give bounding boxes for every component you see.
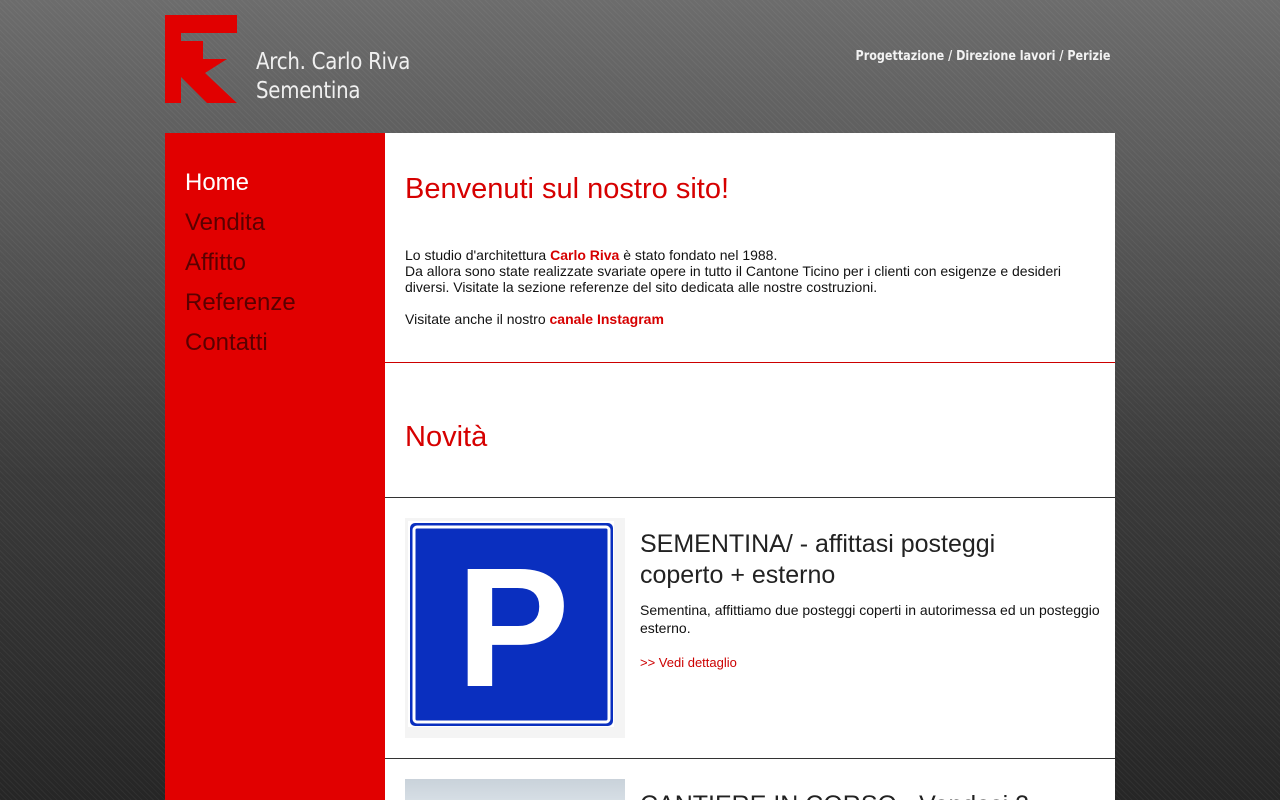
news-description: Sementina, affittiamo due posteggi coper…: [640, 602, 1100, 636]
logo-text: Arch. Carlo Riva Sementina: [256, 48, 410, 106]
parking-sign-icon: P: [408, 521, 614, 727]
architect-name: Carlo Riva: [550, 247, 620, 263]
header-tagline: Progettazione / Direzione lavori / Periz…: [855, 49, 1110, 64]
logo-name: Arch. Carlo Riva: [256, 49, 411, 75]
intro-paragraph: Lo studio d'architettura Carlo Riva è st…: [405, 247, 1085, 295]
intro-text-3: Da allora sono state realizzate svariate…: [405, 263, 1062, 295]
parking-sign-image[interactable]: P: [405, 518, 625, 738]
news-detail-link[interactable]: >> Vedi dettaglio: [640, 655, 737, 670]
news-title[interactable]: CANTIERE IN CORSO - Vendesi 2: [640, 790, 1029, 800]
logo-mark-icon: [165, 15, 237, 103]
instagram-paragraph: Visitate anche il nostro canale Instagra…: [405, 311, 664, 327]
site-logo[interactable]: Arch. Carlo Riva Sementina: [165, 15, 445, 105]
nav-item-home[interactable]: Home: [185, 163, 296, 203]
nav-item-referenze[interactable]: Referenze: [185, 283, 296, 323]
sidebar: Home Vendita Affitto Referenze Contatti: [165, 133, 385, 800]
novita-title: Novità: [405, 421, 488, 453]
main-content: Benvenuti sul nostro sito! Lo studio d'a…: [385, 133, 1115, 800]
intro-text-2: è stato fondato nel 1988.: [619, 247, 778, 263]
news-item: CANTIERE IN CORSO - Vendesi 2: [385, 759, 1115, 800]
intro-section: Benvenuti sul nostro sito! Lo studio d'a…: [385, 133, 1115, 363]
news-title[interactable]: SEMENTINA/ - affittasi posteggi coperto …: [640, 529, 1070, 591]
page-title: Benvenuti sul nostro sito!: [405, 173, 730, 205]
novita-section: Novità: [385, 363, 1115, 498]
instagram-text: Visitate anche il nostro: [405, 311, 550, 327]
main-nav: Home Vendita Affitto Referenze Contatti: [185, 163, 296, 363]
logo-location: Sementina: [256, 78, 361, 104]
nav-item-contatti[interactable]: Contatti: [185, 323, 296, 363]
construction-image[interactable]: [405, 779, 625, 800]
parking-letter: P: [456, 533, 569, 723]
nav-item-affitto[interactable]: Affitto: [185, 243, 296, 283]
instagram-link[interactable]: canale Instagram: [550, 311, 664, 327]
intro-text-1: Lo studio d'architettura: [405, 247, 551, 263]
nav-item-vendita[interactable]: Vendita: [185, 203, 296, 243]
news-item: P SEMENTINA/ - affittasi posteggi copert…: [385, 498, 1115, 759]
